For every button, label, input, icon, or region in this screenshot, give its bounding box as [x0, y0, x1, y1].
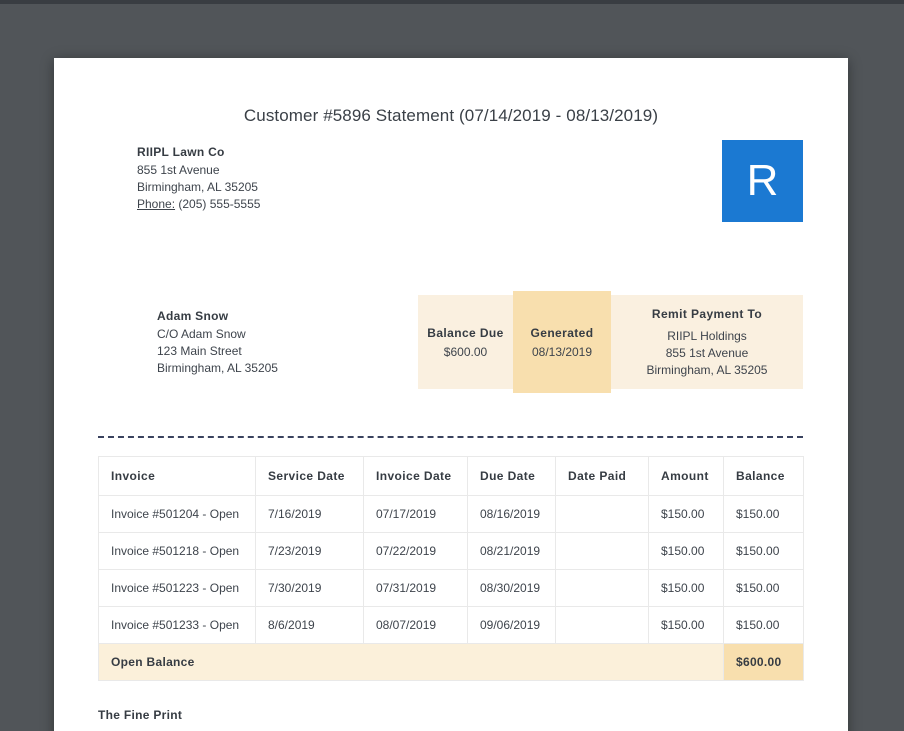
cell-balance: $150.00 — [723, 569, 804, 607]
cell-date-paid — [555, 606, 649, 644]
cell-service-date: 7/16/2019 — [255, 495, 364, 533]
company-logo: R — [722, 140, 803, 222]
cell-date-paid — [555, 569, 649, 607]
cell-due-date: 08/30/2019 — [467, 569, 556, 607]
fine-print-heading: The Fine Print — [98, 708, 183, 722]
table-row: Invoice #501218 - Open 7/23/2019 07/22/2… — [98, 532, 804, 570]
customer-care-of: C/O Adam Snow — [157, 326, 246, 341]
table-header-row: Invoice Service Date Invoice Date Due Da… — [98, 456, 804, 496]
cell-invoice: Invoice #501204 - Open — [98, 495, 256, 533]
cell-invoice: Invoice #501218 - Open — [98, 532, 256, 570]
cell-date-paid — [555, 532, 649, 570]
customer-address-block: Adam Snow C/O Adam Snow 123 Main Street … — [157, 308, 278, 377]
balance-due-value: $600.00 — [443, 344, 488, 359]
column-header-amount: Amount — [648, 456, 724, 496]
cell-invoice-date: 07/22/2019 — [363, 532, 468, 570]
dashed-separator — [98, 436, 803, 438]
remit-line3: Birmingham, AL 35205 — [646, 362, 768, 377]
cell-amount: $150.00 — [648, 495, 724, 533]
cell-invoice-date: 08/07/2019 — [363, 606, 468, 644]
table-row: Invoice #501204 - Open 7/16/2019 07/17/2… — [98, 495, 804, 533]
cell-invoice: Invoice #501223 - Open — [98, 569, 256, 607]
table-row: Invoice #501233 - Open 8/6/2019 08/07/20… — [98, 606, 804, 644]
cell-amount: $150.00 — [648, 606, 724, 644]
column-header-invoice: Invoice — [98, 456, 256, 496]
cell-invoice-date: 07/17/2019 — [363, 495, 468, 533]
cell-balance: $150.00 — [723, 532, 804, 570]
column-header-due-date: Due Date — [467, 456, 556, 496]
open-balance-label: Open Balance — [98, 643, 724, 681]
open-balance-row: Open Balance $600.00 — [98, 643, 804, 681]
remit-payment-box: Remit Payment To RIIPL Holdings 855 1st … — [611, 295, 803, 389]
viewer-top-strip — [0, 0, 904, 4]
cell-service-date: 7/30/2019 — [255, 569, 364, 607]
phone-label: Phone: — [137, 197, 176, 211]
cell-balance: $150.00 — [723, 606, 804, 644]
remit-line2: 855 1st Avenue — [665, 345, 749, 360]
generated-value: 08/13/2019 — [531, 344, 593, 359]
document-viewport[interactable]: Customer #5896 Statement (07/14/2019 - 0… — [0, 0, 904, 731]
cell-service-date: 8/6/2019 — [255, 606, 364, 644]
balance-due-label: Balance Due — [427, 325, 504, 340]
phone-value: (205) 555-5555 — [178, 197, 261, 211]
cell-invoice: Invoice #501233 - Open — [98, 606, 256, 644]
cell-amount: $150.00 — [648, 569, 724, 607]
logo-letter-r-icon: R — [746, 156, 779, 205]
customer-address-line1: 123 Main Street — [157, 343, 242, 358]
statement-title: Customer #5896 Statement (07/14/2019 - 0… — [243, 106, 659, 125]
cell-invoice-date: 07/31/2019 — [363, 569, 468, 607]
customer-name: Adam Snow — [157, 308, 229, 323]
remit-line1: RIIPL Holdings — [667, 328, 747, 343]
cell-service-date: 7/23/2019 — [255, 532, 364, 570]
column-header-balance: Balance — [723, 456, 804, 496]
generated-box: Generated 08/13/2019 — [513, 291, 611, 393]
cell-due-date: 08/16/2019 — [467, 495, 556, 533]
cell-due-date: 09/06/2019 — [467, 606, 556, 644]
cell-balance: $150.00 — [723, 495, 804, 533]
cell-amount: $150.00 — [648, 532, 724, 570]
customer-address-line2: Birmingham, AL 35205 — [157, 360, 278, 375]
column-header-service-date: Service Date — [255, 456, 364, 496]
column-header-invoice-date: Invoice Date — [363, 456, 468, 496]
invoice-table: Invoice Service Date Invoice Date Due Da… — [98, 456, 804, 681]
summary-boxes: Balance Due $600.00 Generated 08/13/2019… — [418, 291, 803, 393]
balance-due-box: Balance Due $600.00 — [418, 295, 513, 389]
statement-page: Customer #5896 Statement (07/14/2019 - 0… — [54, 58, 848, 731]
statement-info-row: Adam Snow C/O Adam Snow 123 Main Street … — [157, 291, 803, 393]
generated-label: Generated — [530, 325, 594, 340]
column-header-date-paid: Date Paid — [555, 456, 649, 496]
cell-date-paid — [555, 495, 649, 533]
table-row: Invoice #501223 - Open 7/30/2019 07/31/2… — [98, 569, 804, 607]
cell-due-date: 08/21/2019 — [467, 532, 556, 570]
remit-label: Remit Payment To — [651, 306, 763, 321]
open-balance-total: $600.00 — [723, 643, 804, 681]
